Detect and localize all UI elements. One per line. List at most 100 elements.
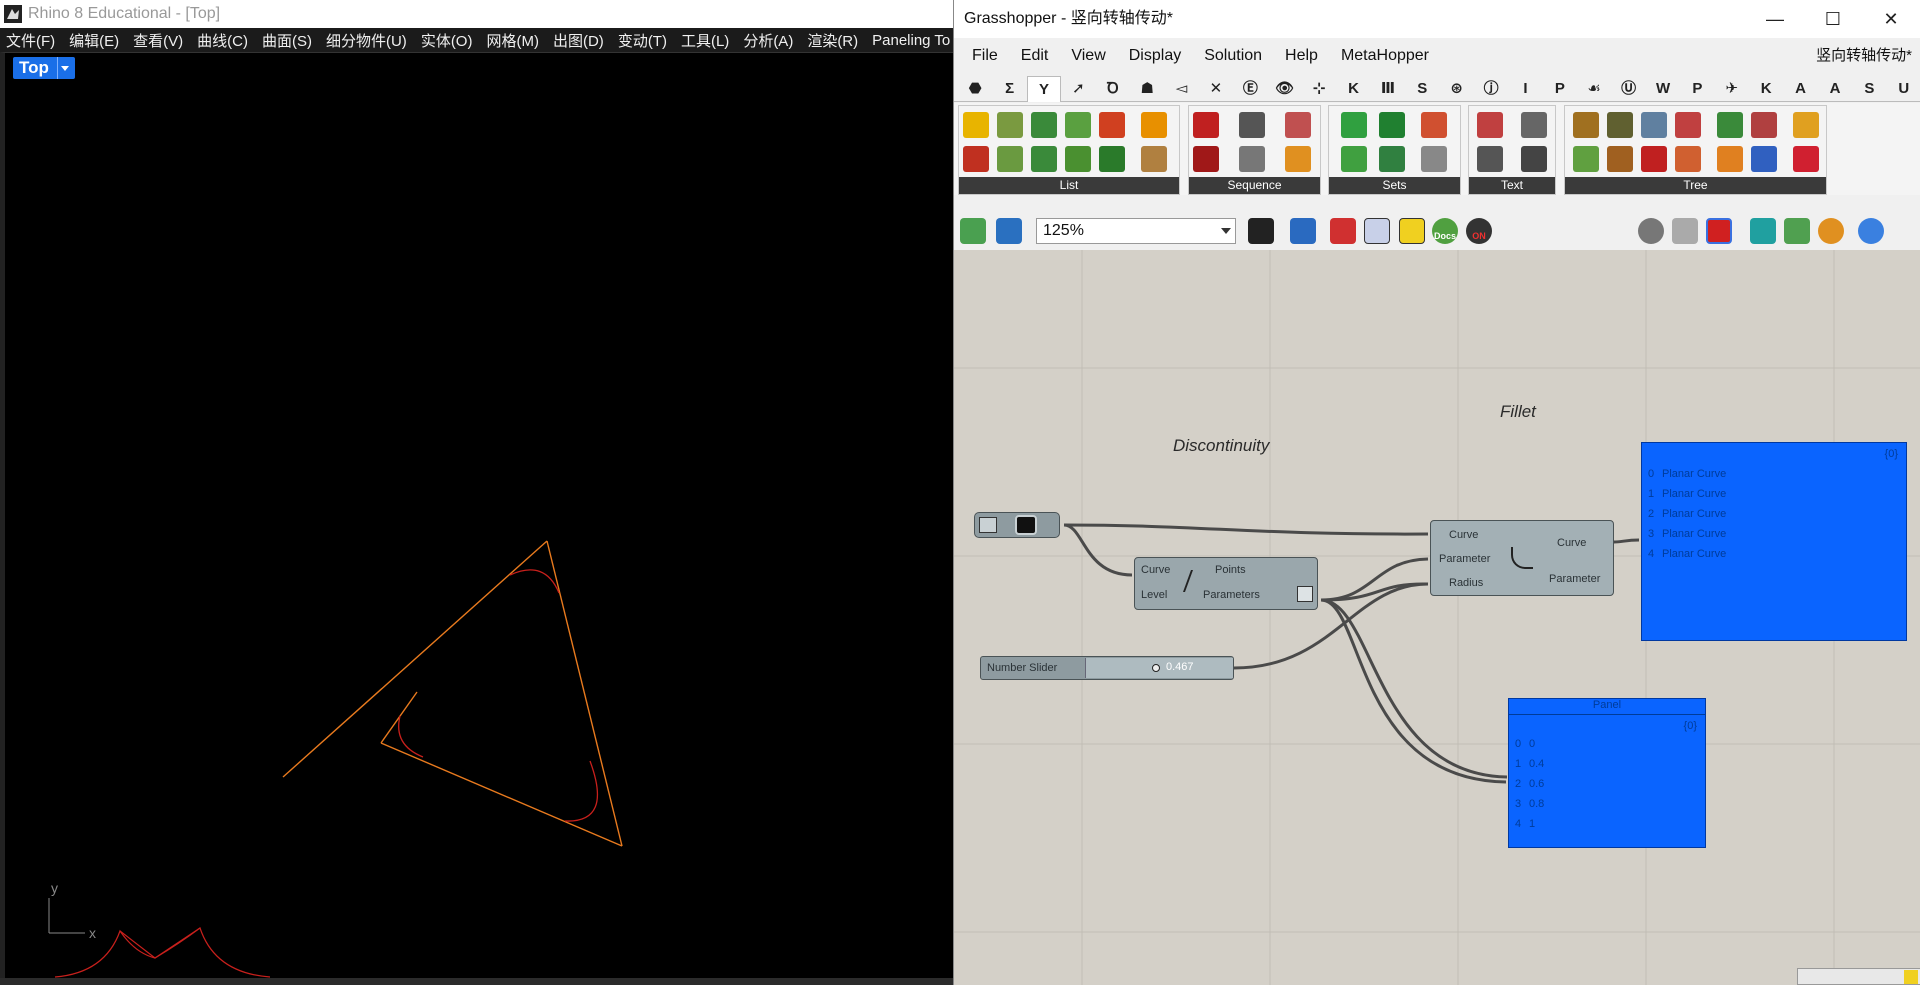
preview-eye-icon[interactable] (1290, 218, 1316, 244)
gh-tab-13[interactable]: S (1405, 76, 1439, 102)
insert-items-icon[interactable] (1031, 146, 1057, 172)
gh-tab-26[interactable]: S (1852, 76, 1886, 102)
gh-tab-8[interactable]: Ⓔ (1233, 76, 1267, 102)
shift-list-icon[interactable] (1031, 112, 1057, 138)
gh-tab-14[interactable]: ⊛ (1440, 76, 1474, 102)
dispatch-icon[interactable] (1141, 112, 1167, 138)
ribbon-label-text[interactable]: Text (1469, 177, 1555, 194)
clean-tree-icon[interactable] (1793, 146, 1819, 172)
rhino-menu-mesh[interactable]: 网格(M) (486, 30, 539, 51)
panel-parameters[interactable]: Panel {0} 00 1 0.4 2 0.6 3 0.8 41 (1508, 698, 1706, 848)
weave-icon[interactable] (1065, 146, 1091, 172)
rhino-menu-edit[interactable]: 编辑(E) (69, 30, 119, 51)
gh-tab-2[interactable]: Y (1026, 75, 1062, 102)
unflatten-icon[interactable] (1717, 146, 1743, 172)
split-list-icon[interactable] (1065, 112, 1091, 138)
list-item-icon[interactable] (963, 112, 989, 138)
gh-tab-16[interactable]: I (1508, 76, 1542, 102)
replace-items-icon[interactable] (997, 146, 1023, 172)
save-file-icon[interactable] (996, 218, 1022, 244)
series-icon[interactable] (1239, 112, 1265, 138)
shift-paths-icon[interactable] (1573, 146, 1599, 172)
flatten-tree-icon[interactable] (1573, 112, 1599, 138)
pick-choose-icon[interactable] (1141, 146, 1167, 172)
fibonacci-icon[interactable] (1285, 112, 1311, 138)
custom-preview-icon[interactable] (1784, 218, 1810, 244)
gh-tab-20[interactable]: W (1646, 76, 1680, 102)
gh-menu-display[interactable]: Display (1129, 47, 1181, 65)
text-case-icon[interactable] (1477, 146, 1503, 172)
tree-statistics-icon[interactable] (1751, 112, 1777, 138)
gh-tab-10[interactable]: ⊹ (1302, 76, 1336, 102)
combinations-icon[interactable] (1421, 146, 1447, 172)
docs-icon[interactable]: Docs (1432, 218, 1458, 244)
material-icon[interactable] (1818, 218, 1844, 244)
cull-nth-icon[interactable] (1193, 146, 1219, 172)
set-intersection-icon[interactable] (1379, 112, 1405, 138)
gh-menu-solution[interactable]: Solution (1204, 47, 1262, 65)
gh-tab-17[interactable]: P (1543, 76, 1577, 102)
number-slider-component[interactable]: Number Slider 0.467 (980, 656, 1234, 680)
slider-track[interactable]: 0.467 (1085, 658, 1233, 678)
close-icon[interactable]: ✕ (1862, 0, 1920, 38)
corner-tool-icon[interactable] (1904, 970, 1918, 984)
open-file-icon[interactable] (960, 218, 986, 244)
fillet-input-parameter[interactable]: Parameter (1439, 553, 1490, 565)
gh-tab-24[interactable]: A (1783, 76, 1817, 102)
gh-tab-1[interactable]: Σ (992, 76, 1026, 102)
viewport-menu-chevron-icon[interactable] (56, 57, 71, 79)
preview-shaded-icon[interactable] (1672, 218, 1698, 244)
rhino-menu-subd[interactable]: 细分物件(U) (326, 30, 407, 51)
rhino-menu-render[interactable]: 渲染(R) (807, 30, 858, 51)
viewport-tab-top[interactable]: Top (13, 57, 75, 79)
gh-menu-view[interactable]: View (1071, 47, 1105, 65)
rhino-menu-paneling[interactable]: Paneling To (872, 32, 950, 49)
display-mode-icon[interactable] (1858, 218, 1884, 244)
ribbon-label-sets[interactable]: Sets (1329, 177, 1460, 194)
prune-tree-icon[interactable] (1641, 146, 1667, 172)
simplify-tree-icon[interactable] (1641, 112, 1667, 138)
sub-list-icon[interactable] (1099, 112, 1125, 138)
gh-tab-27[interactable]: U (1887, 76, 1920, 102)
preview-wireframe-icon[interactable] (1638, 218, 1664, 244)
sort-text-icon[interactable] (1521, 146, 1547, 172)
ribbon-label-list[interactable]: List (959, 177, 1179, 194)
gh-tab-9[interactable]: 👁 (1268, 76, 1302, 102)
fillet-output-curve[interactable]: Curve (1557, 537, 1586, 549)
delete-consecutive-icon[interactable] (1379, 146, 1405, 172)
duplicate-data-icon[interactable] (1239, 146, 1265, 172)
rhino-menu-solid[interactable]: 实体(O) (421, 30, 473, 51)
gh-menu-edit[interactable]: Edit (1021, 47, 1049, 65)
path-mapper-icon[interactable] (1793, 112, 1819, 138)
rhino-menu-curve[interactable]: 曲线(C) (197, 30, 248, 51)
preview-selected-icon[interactable] (1706, 218, 1732, 244)
zoom-select[interactable]: 125% (1036, 218, 1236, 244)
fillet-output-parameter[interactable]: Parameter (1549, 573, 1600, 585)
gh-tab-22[interactable]: ✈ (1715, 76, 1749, 102)
split-tree-icon[interactable] (1751, 146, 1777, 172)
sort-list-icon[interactable] (997, 112, 1023, 138)
panel-curves[interactable]: {0} 0 Planar Curve 1 Planar Curve 2 Planar … (1641, 442, 1907, 641)
fillet-input-radius[interactable]: Radius (1449, 577, 1483, 589)
zoom-extents-icon[interactable] (1248, 218, 1274, 244)
text-preview-icon[interactable] (1399, 218, 1425, 244)
on-toggle-icon[interactable]: ON (1466, 218, 1492, 244)
gh-tab-18[interactable]: ☙ (1577, 76, 1611, 102)
canvas-grid-icon[interactable] (1364, 218, 1390, 244)
member-index-icon[interactable] (1341, 146, 1367, 172)
gh-canvas[interactable]: Discontinuity Curve Level Points Paramet… (954, 250, 1920, 985)
gh-tab-3[interactable]: ➚ (1061, 76, 1095, 102)
gh-tab-25[interactable]: A (1818, 76, 1852, 102)
rhino-menu-transform[interactable]: 变动(T) (618, 30, 667, 51)
stack-data-icon[interactable] (1285, 146, 1311, 172)
trim-tree-icon[interactable] (1607, 146, 1633, 172)
explode-tree-icon[interactable] (1675, 112, 1701, 138)
gh-tab-0[interactable]: ⬣ (958, 76, 992, 102)
gh-tab-15[interactable]: ⓙ (1474, 76, 1508, 102)
gh-tab-23[interactable]: K (1749, 76, 1783, 102)
gh-tab-4[interactable]: Ꝺ (1096, 76, 1130, 102)
tree-branch-icon[interactable] (1717, 112, 1743, 138)
gh-menu-metahopper[interactable]: MetaHopper (1341, 47, 1429, 65)
disc-input-level[interactable]: Level (1141, 589, 1167, 601)
zoom-chevron-down-icon[interactable] (1221, 228, 1231, 234)
